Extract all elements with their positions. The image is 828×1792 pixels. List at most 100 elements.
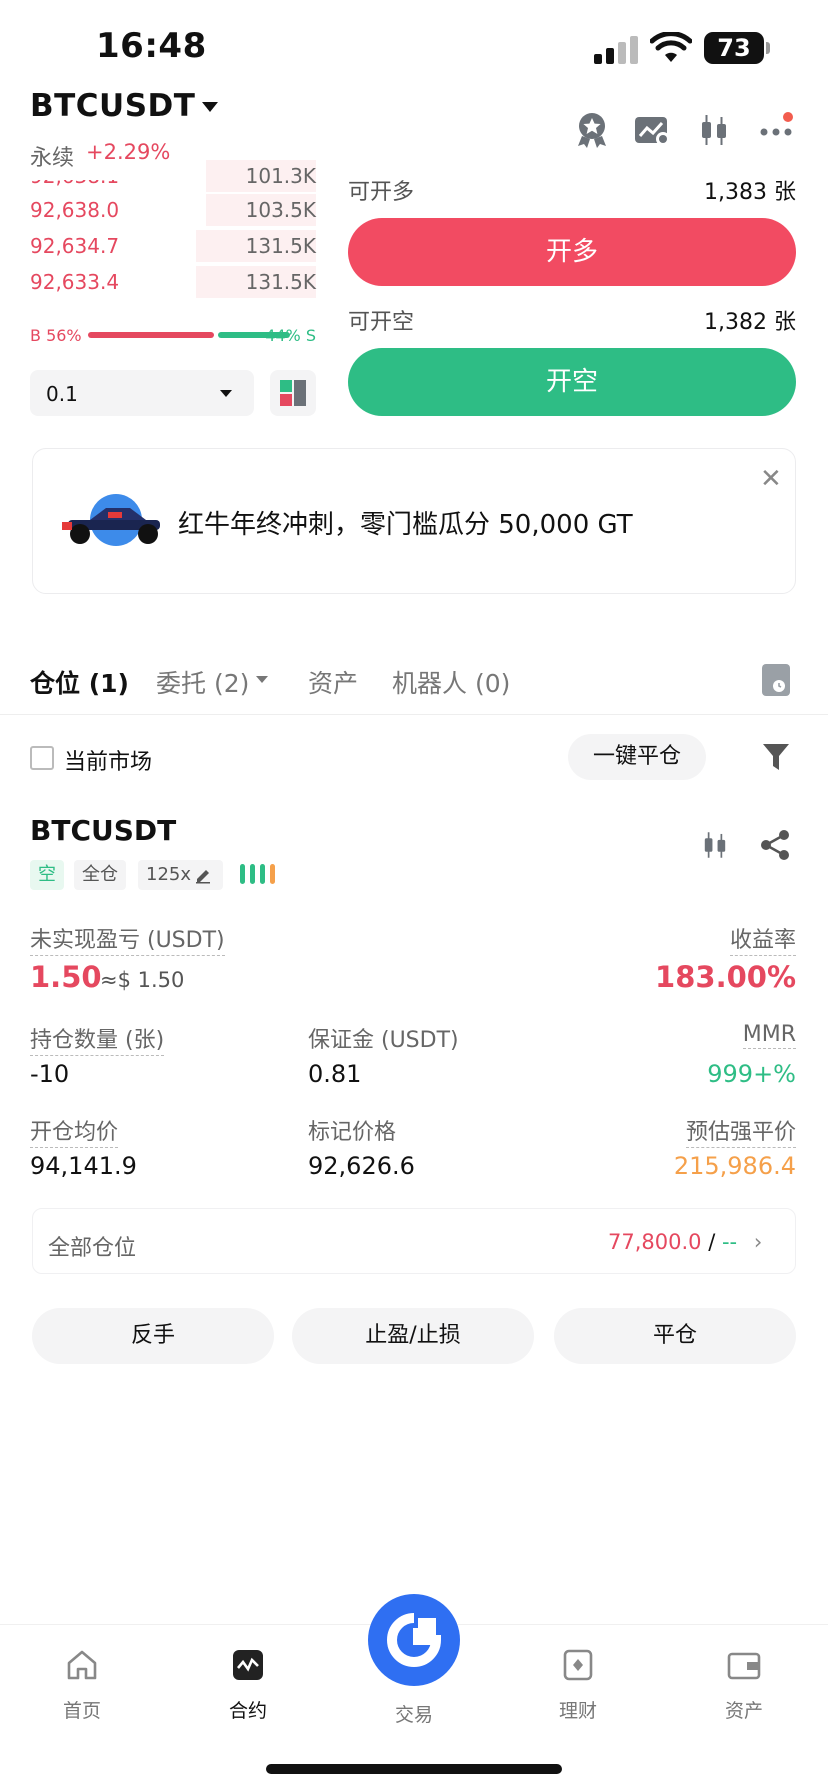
close-icon[interactable]: ✕ (760, 464, 782, 494)
nav-assets-label: 资产 (724, 1700, 763, 1722)
side-tag: 空 (30, 860, 64, 890)
mark-price-label: 标记价格 (308, 1120, 397, 1145)
tab-orders[interactable]: 委托 (2) (156, 664, 249, 700)
ask-price: 92,638.0 (30, 198, 120, 222)
size-value: -10 (30, 1060, 70, 1088)
close-all-button[interactable]: 一键平仓 (568, 734, 706, 780)
tab-bots[interactable]: 机器人 (0) (392, 664, 510, 700)
risk-level-bars (240, 864, 288, 884)
wifi-icon (650, 32, 692, 62)
unrealized-pnl-value: 1.50 (30, 960, 102, 994)
buy-ratio: B 56% (30, 326, 82, 345)
mmr-label[interactable]: MMR (742, 1022, 796, 1049)
roe-value: 183.00% (655, 960, 796, 994)
nav-assets[interactable]: 资产 (684, 1648, 804, 1723)
position-symbol[interactable]: BTCUSDT (30, 814, 176, 847)
earn-icon (563, 1649, 593, 1681)
all-positions-value: 77,800.0 (608, 1230, 702, 1254)
open-long-button[interactable]: 开多 (348, 218, 796, 286)
entry-price-value: 94,141.9 (30, 1152, 137, 1180)
battery-icon: 73 (704, 32, 770, 64)
chevron-down-icon (220, 390, 232, 397)
futures-icon (233, 1650, 263, 1680)
all-positions-value-group: 77,800.0 / -- › (608, 1230, 762, 1254)
all-positions-label: 全部仓位 (48, 1236, 137, 1261)
mark-price-value: 92,626.6 (308, 1152, 415, 1180)
edit-icon[interactable] (194, 866, 212, 884)
notification-dot (783, 112, 793, 122)
nav-futures-label: 合约 (228, 1700, 267, 1722)
cellular-signal-icon (594, 36, 640, 64)
tabs-divider (0, 714, 828, 715)
tab-assets[interactable]: 资产 (308, 664, 358, 700)
current-market-checkbox[interactable] (30, 746, 54, 770)
filter-icon[interactable] (762, 742, 790, 772)
ask-price: 92,634.7 (30, 234, 120, 258)
symbol-title[interactable]: BTCUSDT (30, 88, 195, 124)
candlestick-icon[interactable] (694, 110, 734, 150)
layout-icon (280, 380, 306, 406)
nav-trade-label: 交易 (394, 1704, 433, 1726)
medal-icon[interactable] (572, 110, 612, 150)
ask-price: 92,633.4 (30, 270, 120, 294)
mmr-value: 999+% (707, 1060, 796, 1088)
nav-trade-button[interactable] (368, 1594, 460, 1686)
long-available-label: 可开多 (348, 180, 415, 205)
unrealized-pnl-usd: ≈$ 1.50 (100, 968, 185, 992)
ask-qty: 101.3K (245, 164, 316, 188)
margin-value: 0.81 (308, 1060, 362, 1088)
sell-ratio: 44% S (265, 326, 316, 345)
banner-text: 红牛年终冲刺，零门槛瓜分 50,000 GT (178, 510, 633, 540)
liq-price-label[interactable]: 预估强平价 (685, 1114, 796, 1148)
share-icon[interactable] (758, 828, 792, 862)
history-icon[interactable] (762, 664, 790, 696)
entry-price-label[interactable]: 开仓均价 (30, 1114, 119, 1148)
leverage-value: 125x (146, 864, 192, 885)
margin-label: 保证金 (USDT) (308, 1028, 459, 1053)
size-label[interactable]: 持仓数量 (张) (30, 1022, 165, 1056)
tab-positions[interactable]: 仓位 (1) (30, 664, 129, 700)
all-positions-separator: / (708, 1230, 716, 1254)
margin-mode-tag: 全仓 (74, 860, 126, 890)
home-indicator (266, 1764, 562, 1774)
all-positions-dash: -- (721, 1230, 738, 1254)
nav-home-label: 首页 (62, 1700, 101, 1722)
short-available-value: 1,382 张 (704, 310, 796, 335)
ask-qty: 103.5K (245, 198, 316, 222)
nav-futures[interactable]: 合约 (188, 1648, 308, 1723)
orderbook-ask-row[interactable]: 92,633.4 131.5K (30, 264, 316, 300)
orderbook-ask-row[interactable]: 92,634.7 131.5K (30, 228, 316, 264)
liq-price-value: 215,986.4 (673, 1152, 796, 1180)
home-icon (67, 1650, 97, 1680)
candlestick-icon[interactable] (698, 828, 732, 862)
buy-sell-ratio-bar: B 56% 44% S (30, 324, 316, 346)
reverse-button[interactable]: 反手 (32, 1308, 274, 1364)
long-available-value: 1,383 张 (704, 180, 796, 205)
quantity-select[interactable]: 0.1 (30, 370, 254, 416)
current-market-label: 当前市场 (64, 750, 153, 775)
ask-qty: 131.5K (245, 234, 316, 258)
chevron-down-icon (256, 676, 268, 683)
wallet-icon (727, 1652, 761, 1680)
chevron-right-icon: › (753, 1230, 763, 1254)
race-car-icon (62, 494, 160, 546)
chart-settings-icon[interactable] (632, 110, 672, 150)
contract-type-label: 永续 (30, 140, 75, 172)
ask-qty: 131.5K (245, 270, 316, 294)
unrealized-pnl-label[interactable]: 未实现盈亏 (USDT) (30, 922, 225, 956)
roe-label[interactable]: 收益率 (729, 922, 796, 956)
nav-earn-label: 理财 (558, 1700, 597, 1722)
quantity-value: 0.1 (46, 382, 78, 406)
open-short-button[interactable]: 开空 (348, 348, 796, 416)
short-available-label: 可开空 (348, 310, 415, 335)
orderbook-ask-row[interactable]: 92,638.0 103.5K (30, 192, 316, 228)
status-time: 16:48 (96, 26, 207, 66)
price-change: +2.29% (86, 140, 171, 164)
close-position-button[interactable]: 平仓 (554, 1308, 796, 1364)
orderbook-layout-button[interactable] (270, 370, 316, 416)
chevron-down-icon[interactable] (202, 102, 218, 112)
trade-logo-icon (387, 1613, 442, 1667)
nav-earn[interactable]: 理财 (518, 1648, 638, 1723)
tpsl-button[interactable]: 止盈/止损 (292, 1308, 534, 1364)
nav-home[interactable]: 首页 (22, 1648, 142, 1723)
